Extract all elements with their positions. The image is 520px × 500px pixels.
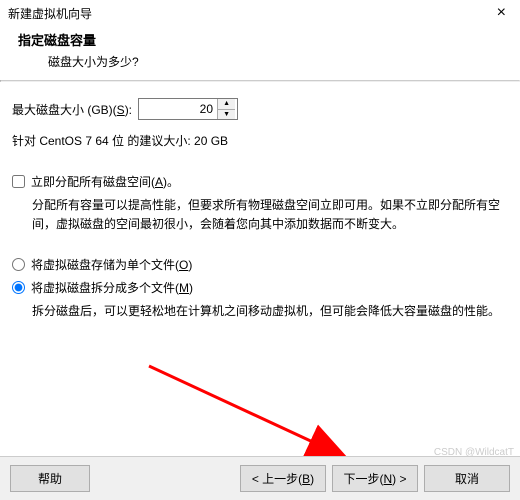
allocate-now-label: 立即分配所有磁盘空间(A)。: [31, 173, 179, 190]
close-icon[interactable]: ×: [491, 4, 512, 22]
recommendation-text: 针对 CentOS 7 64 位 的建议大小: 20 GB: [12, 132, 508, 149]
max-disk-input[interactable]: [139, 99, 217, 119]
store-split-radio[interactable]: [12, 281, 25, 294]
next-button[interactable]: 下一步(N) >: [332, 465, 418, 492]
allocate-description: 分配所有容量可以提高性能，但要求所有物理磁盘空间立即可用。如果不立即分配所有空间…: [12, 196, 508, 234]
page-subtitle: 磁盘大小为多少?: [18, 53, 512, 70]
store-single-label: 将虚拟磁盘存储为单个文件(O): [31, 256, 192, 273]
spinner-up-icon[interactable]: ▲: [218, 99, 235, 110]
split-description: 拆分磁盘后，可以更轻松地在计算机之间移动虚拟机，但可能会降低大容量磁盘的性能。: [12, 302, 508, 321]
spinner-down-icon[interactable]: ▼: [218, 110, 235, 120]
store-split-label: 将虚拟磁盘拆分成多个文件(M): [31, 279, 193, 296]
store-single-radio[interactable]: [12, 258, 25, 271]
cancel-button[interactable]: 取消: [424, 465, 510, 492]
max-disk-spinner[interactable]: ▲ ▼: [138, 98, 238, 120]
page-title: 指定磁盘容量: [18, 30, 512, 49]
help-button[interactable]: 帮助: [10, 465, 90, 492]
allocate-now-checkbox[interactable]: [12, 175, 25, 188]
back-button[interactable]: < 上一步(B): [240, 465, 326, 492]
window-title: 新建虚拟机向导: [8, 5, 92, 22]
max-disk-label: 最大磁盘大小 (GB)(S):: [12, 101, 132, 118]
